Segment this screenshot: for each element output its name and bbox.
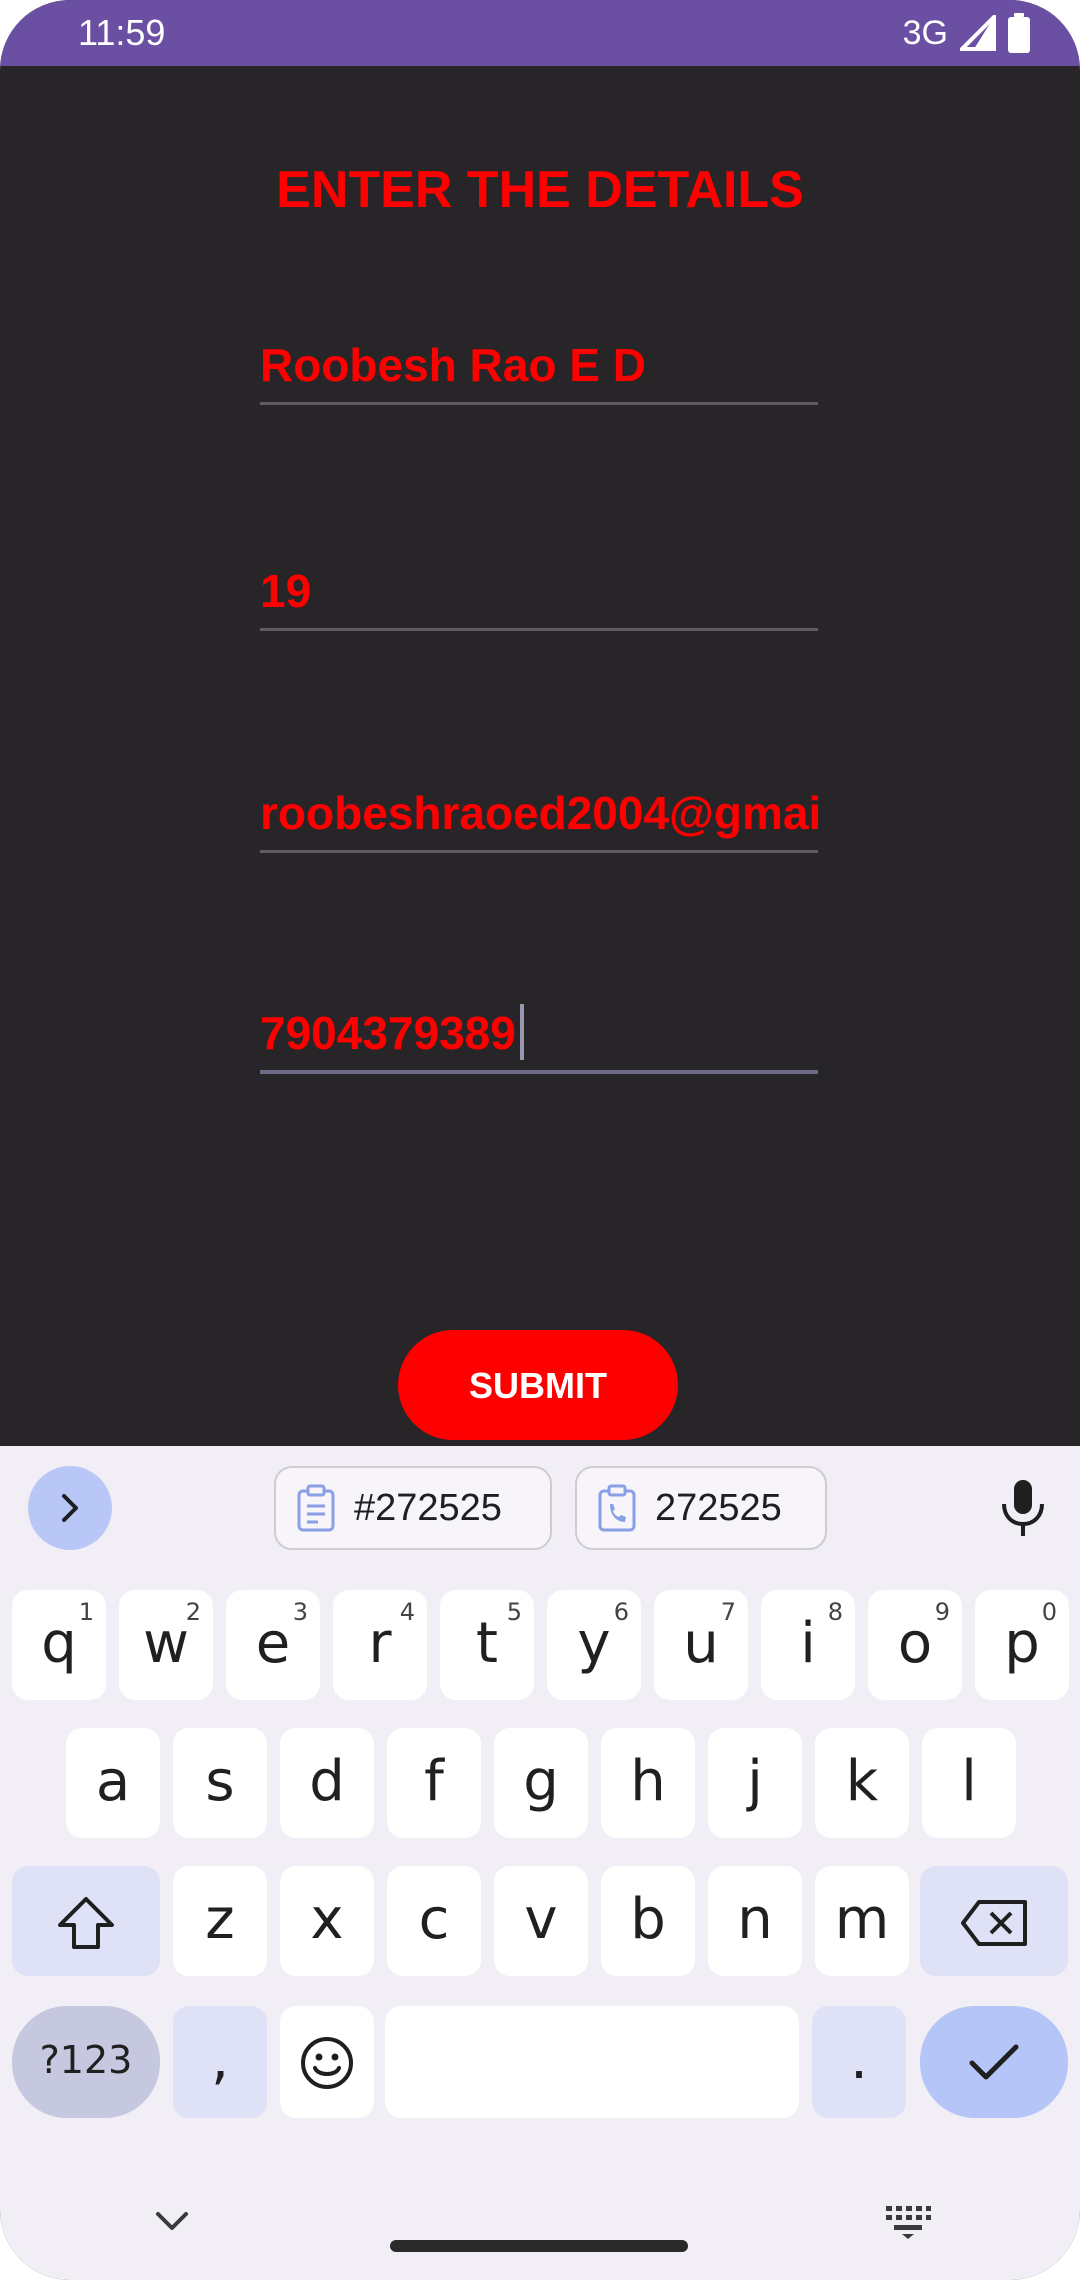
phone-value: 7904379389: [260, 1007, 516, 1059]
shift-icon: [58, 1896, 114, 1949]
key-w[interactable]: w2: [119, 1590, 213, 1700]
submit-button[interactable]: SUBMIT: [398, 1330, 678, 1440]
signal-icon: [960, 15, 996, 51]
text-caret: [519, 1004, 524, 1060]
key-f[interactable]: f: [387, 1728, 481, 1838]
chevron-right-icon[interactable]: [28, 1466, 112, 1550]
clipboard-suggestion-1-text: #272525: [354, 1486, 502, 1529]
key-j[interactable]: j: [708, 1728, 802, 1838]
key-e[interactable]: e3: [226, 1590, 320, 1700]
emoji-key[interactable]: [280, 2006, 374, 2118]
network-type: 3G: [902, 13, 948, 52]
key-y[interactable]: y6: [547, 1590, 641, 1700]
key-b[interactable]: b: [601, 1866, 695, 1976]
key-l[interactable]: l: [922, 1728, 1016, 1838]
key-h[interactable]: h: [601, 1728, 695, 1838]
key-z[interactable]: z: [173, 1866, 267, 1976]
app-screen: 11:59 3G ENTER THE DETAILS Roobesh Rao E…: [0, 0, 1080, 2280]
key-t[interactable]: t5: [440, 1590, 534, 1700]
status-bar: 11:59 3G: [0, 0, 1080, 66]
microphone-icon[interactable]: [996, 1476, 1050, 1545]
shift-key[interactable]: [12, 1866, 160, 1976]
keyboard-switch-icon[interactable]: [884, 2204, 932, 2245]
key-k[interactable]: k: [815, 1728, 909, 1838]
space-key[interactable]: [385, 2006, 799, 2118]
enter-key[interactable]: [920, 2006, 1068, 2118]
page-title: ENTER THE DETAILS: [276, 161, 804, 219]
key-r[interactable]: r4: [333, 1590, 427, 1700]
key-o[interactable]: o9: [868, 1590, 962, 1700]
battery-icon: [1008, 13, 1030, 53]
clipboard-icon: [296, 1484, 336, 1532]
age-field[interactable]: 19: [260, 548, 818, 631]
key-a[interactable]: a: [66, 1728, 160, 1838]
home-gesture-handle[interactable]: [390, 2240, 688, 2252]
key-q[interactable]: q1: [12, 1590, 106, 1700]
name-value: Roobesh Rao E D: [260, 339, 646, 391]
email-field[interactable]: roobeshraoed2004@gmail.com: [260, 770, 818, 853]
key-p[interactable]: p0: [975, 1590, 1069, 1700]
key-d[interactable]: d: [280, 1728, 374, 1838]
clipboard-suggestion-2-text: 272525: [655, 1486, 782, 1529]
symbols-key[interactable]: ?123: [12, 2006, 160, 2118]
key-v[interactable]: v: [494, 1866, 588, 1976]
key-s[interactable]: s: [173, 1728, 267, 1838]
emoji-icon: [301, 2036, 353, 2089]
period-key[interactable]: .: [812, 2006, 906, 2118]
key-g[interactable]: g: [494, 1728, 588, 1838]
key-n[interactable]: n: [708, 1866, 802, 1976]
keyboard-toolbar: #272525 272525: [0, 1446, 1080, 1566]
key-u[interactable]: u7: [654, 1590, 748, 1700]
backspace-key[interactable]: [920, 1866, 1068, 1976]
key-x[interactable]: x: [280, 1866, 374, 1976]
phone-field[interactable]: 7904379389: [260, 990, 818, 1074]
hide-keyboard-icon[interactable]: [154, 2210, 190, 2239]
key-m[interactable]: m: [815, 1866, 909, 1976]
key-c[interactable]: c: [387, 1866, 481, 1976]
soft-keyboard: #272525 272525 q1 w2 e3 r4 t5 y6 u7 i8 o…: [0, 1446, 1080, 2280]
checkmark-icon: [969, 2044, 1019, 2080]
email-value: roobeshraoed2004@gmail.com: [260, 787, 818, 839]
clipboard-phone-icon: [597, 1484, 637, 1532]
phone-value-wrap: 7904379389: [260, 1004, 524, 1060]
clipboard-suggestion-1[interactable]: #272525: [274, 1466, 552, 1550]
status-icons: 3G: [903, 10, 1030, 56]
backspace-icon: [961, 1899, 1027, 1946]
name-field[interactable]: Roobesh Rao E D: [260, 322, 818, 405]
key-i[interactable]: i8: [761, 1590, 855, 1700]
clipboard-suggestion-2[interactable]: 272525: [575, 1466, 827, 1550]
status-time: 11:59: [78, 12, 166, 53]
age-value: 19: [260, 565, 312, 617]
comma-key[interactable]: ,: [173, 2006, 267, 2118]
